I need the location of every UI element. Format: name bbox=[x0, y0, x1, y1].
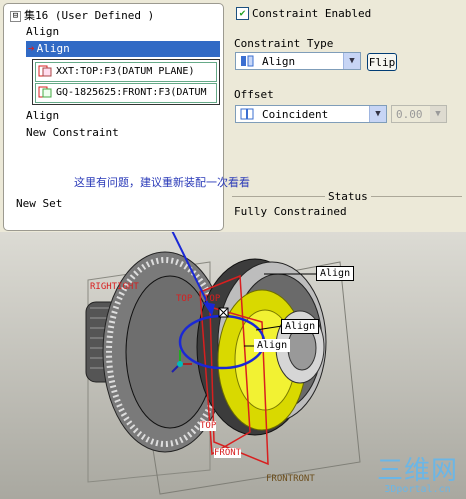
offset-number: 0.00 bbox=[396, 108, 423, 121]
tree-item-label: Align bbox=[36, 42, 70, 55]
annotation-text: 这里有问题，建议重新装配一次看看 bbox=[74, 176, 250, 189]
status-value: Fully Constrained bbox=[234, 205, 347, 218]
status-label: Status bbox=[325, 190, 371, 203]
offset-select[interactable]: Coincident ▼ bbox=[235, 105, 387, 123]
tree-item-align-selected[interactable]: ➔ Align bbox=[26, 41, 220, 57]
reference-list: XXT:TOP:F3(DATUM PLANE) GQ-1825625:FRONT… bbox=[32, 59, 220, 105]
offset-number-field: 0.00 ▼ bbox=[391, 105, 447, 123]
constraint-type-value: Align bbox=[262, 55, 296, 68]
tree-item-align-3[interactable]: Align bbox=[26, 108, 59, 123]
datum-plane-icon bbox=[38, 86, 52, 98]
constraint-panel: ⊟ 集16 (User Defined ) Align ➔ Align XXT:TO… bbox=[0, 0, 466, 232]
tree-item-new-constraint[interactable]: New Constraint bbox=[26, 125, 119, 140]
constraint-tree[interactable]: ⊟ 集16 (User Defined ) Align ➔ Align XXT:TO… bbox=[3, 3, 224, 231]
tree-root-label: 集16 (User Defined ) bbox=[24, 9, 155, 22]
datum-label: FRONT bbox=[214, 448, 242, 458]
reference-item[interactable]: XXT:TOP:F3(DATUM PLANE) bbox=[35, 62, 217, 82]
constraint-type-select[interactable]: Align ▼ bbox=[235, 52, 361, 70]
tree-item-label: New Constraint bbox=[26, 126, 119, 139]
datum-label: TOP bbox=[204, 294, 221, 304]
arrow-right-icon: ➔ bbox=[28, 42, 35, 55]
constraint-flag[interactable]: Align bbox=[254, 339, 291, 352]
coincident-icon bbox=[240, 108, 254, 120]
tree-item-label: New Set bbox=[16, 197, 63, 210]
tree-item-align-1[interactable]: Align bbox=[26, 24, 59, 39]
tree-root[interactable]: ⊟ 集16 (User Defined ) bbox=[10, 8, 154, 23]
collapse-icon[interactable]: ⊟ bbox=[10, 10, 21, 22]
datum-label: TOP bbox=[200, 421, 217, 431]
tree-item-new-set[interactable]: New Set bbox=[16, 196, 62, 211]
watermark-logo: 三维网 3Dportal.cn bbox=[377, 457, 458, 495]
constraint-enabled-checkbox[interactable]: ✔ bbox=[236, 7, 249, 20]
offset-value: Coincident bbox=[262, 108, 329, 121]
datum-label: RIGHTIGHT bbox=[90, 282, 139, 292]
constraint-enabled-label: Constraint Enabled bbox=[252, 7, 372, 20]
chevron-down-icon[interactable]: ▼ bbox=[369, 106, 386, 122]
datum-label: TOP bbox=[176, 294, 193, 304]
tree-item-label: Align bbox=[26, 25, 60, 38]
reference-label: GQ-1825625:FRONT:F3(DATUM bbox=[56, 87, 207, 98]
datum-label: FRONTRONT bbox=[266, 474, 315, 484]
constraint-type-label: Constraint Type bbox=[234, 37, 334, 50]
tree-item-label: Align bbox=[26, 109, 60, 122]
watermark-text: 三维网 bbox=[376, 456, 458, 486]
chevron-down-icon[interactable]: ▼ bbox=[343, 53, 360, 69]
constraint-flag[interactable]: Align bbox=[281, 319, 320, 334]
flip-button[interactable]: Flip bbox=[367, 53, 397, 71]
constraint-flag[interactable]: Align bbox=[316, 266, 355, 281]
chevron-down-icon: ▼ bbox=[430, 106, 446, 122]
reference-item[interactable]: GQ-1825625:FRONT:F3(DATUM bbox=[35, 83, 217, 103]
reference-label: XXT:TOP:F3(DATUM PLANE) bbox=[56, 66, 195, 77]
align-icon bbox=[241, 55, 254, 67]
model-viewport[interactable]: Align Align Align RIGHTIGHT TOP TOP TOP … bbox=[0, 232, 466, 499]
datum-plane-icon bbox=[38, 65, 52, 77]
watermark-url: 3Dportal.cn bbox=[384, 484, 451, 495]
offset-label: Offset bbox=[234, 88, 274, 101]
